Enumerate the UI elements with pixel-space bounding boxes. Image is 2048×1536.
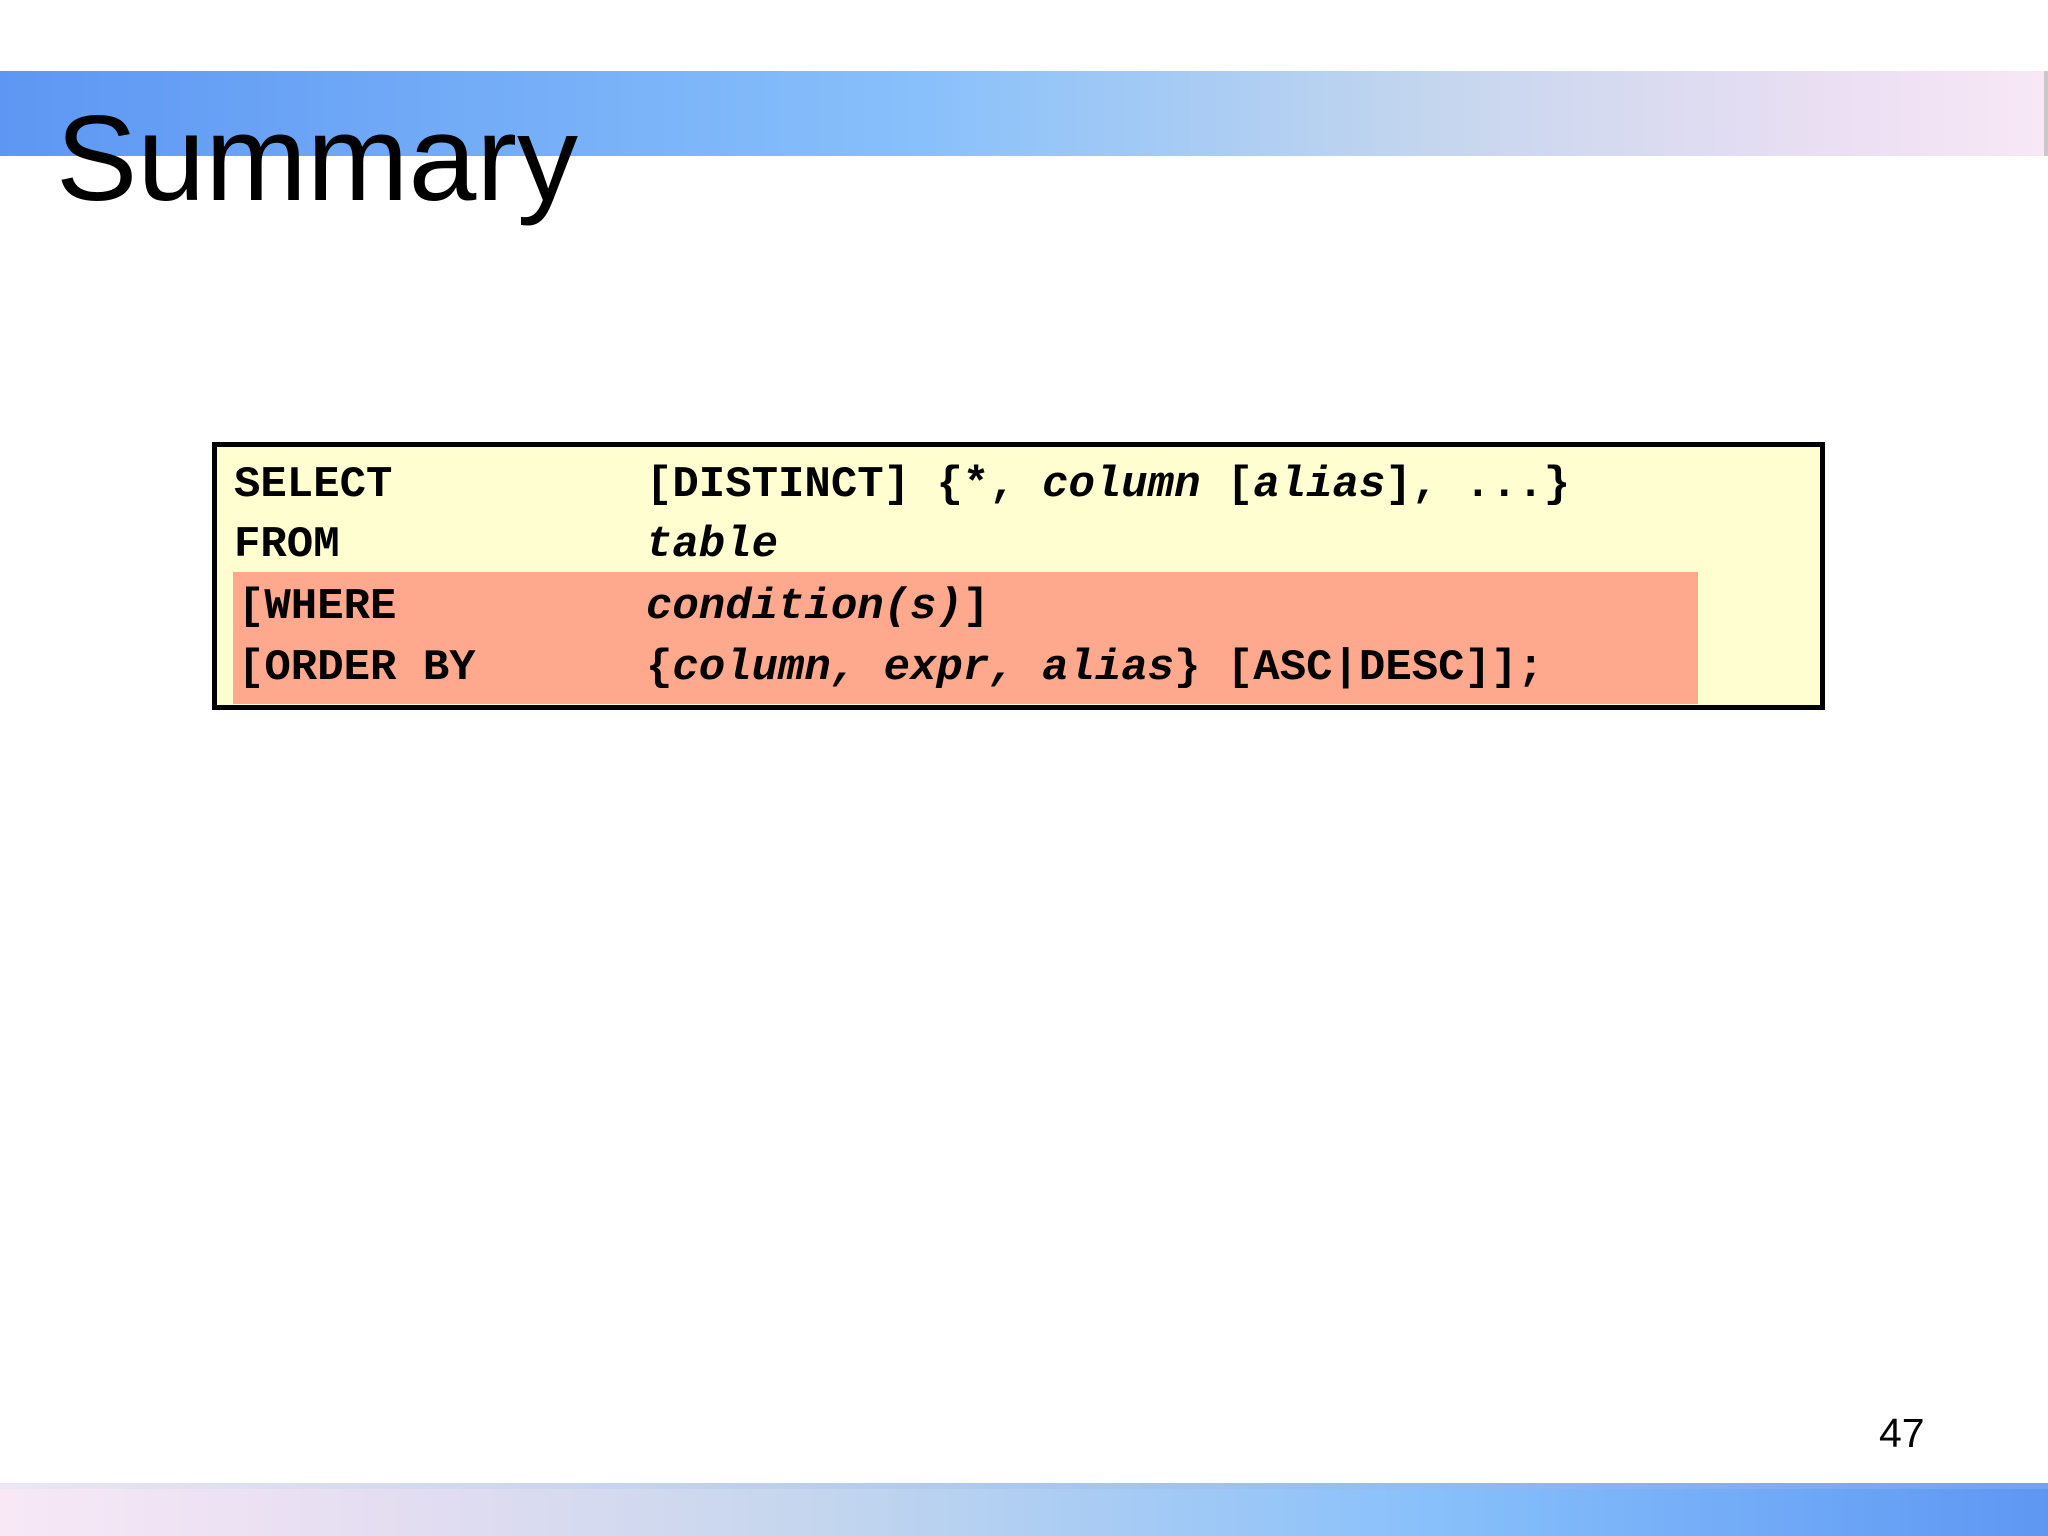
keyword-select: SELECT — [234, 460, 393, 510]
keyword-order-by: [ORDER BY — [238, 643, 476, 693]
keyword-from: FROM — [234, 520, 340, 570]
order-by-arguments: {column, expr, alias} [ASC|DESC]]; — [646, 640, 1544, 696]
code-fragment-italic: condition(s) — [646, 582, 963, 632]
keyword-where: [WHERE — [238, 582, 397, 632]
slide-title: Summary — [56, 90, 578, 226]
from-arguments: table — [646, 517, 778, 573]
code-fragment: [ — [1200, 460, 1254, 510]
code-line-where: [WHERE condition(s)] — [234, 579, 989, 635]
code-fragment: } [ASC|DESC]]; — [1174, 643, 1544, 693]
code-line-order-by: [ORDER BY {column, expr, alias} [ASC|DES… — [234, 640, 1544, 696]
code-fragment-italic: alias — [1253, 460, 1386, 510]
page-number: 47 — [1879, 1410, 1925, 1456]
code-fragment-italic: column, expr, alias — [672, 643, 1175, 693]
footer-band-line — [0, 1483, 2048, 1489]
header-band-edge — [2044, 71, 2048, 156]
select-arguments: [DISTINCT] {*, column [alias], ...} — [646, 457, 1570, 513]
code-fragment: { — [646, 643, 673, 693]
code-fragment: ], ...} — [1385, 460, 1571, 510]
code-line-select: SELECT [DISTINCT] {*, column [alias], ..… — [234, 457, 1570, 513]
code-line-from: FROM table — [234, 517, 778, 573]
footer-gradient-band — [0, 1483, 2048, 1536]
code-fragment: ] — [962, 582, 990, 632]
code-fragment-italic: table — [646, 520, 779, 570]
where-arguments: condition(s)] — [646, 579, 989, 635]
code-fragment-italic: column — [1042, 460, 1201, 510]
code-fragment: [DISTINCT] {*, — [646, 460, 1043, 510]
